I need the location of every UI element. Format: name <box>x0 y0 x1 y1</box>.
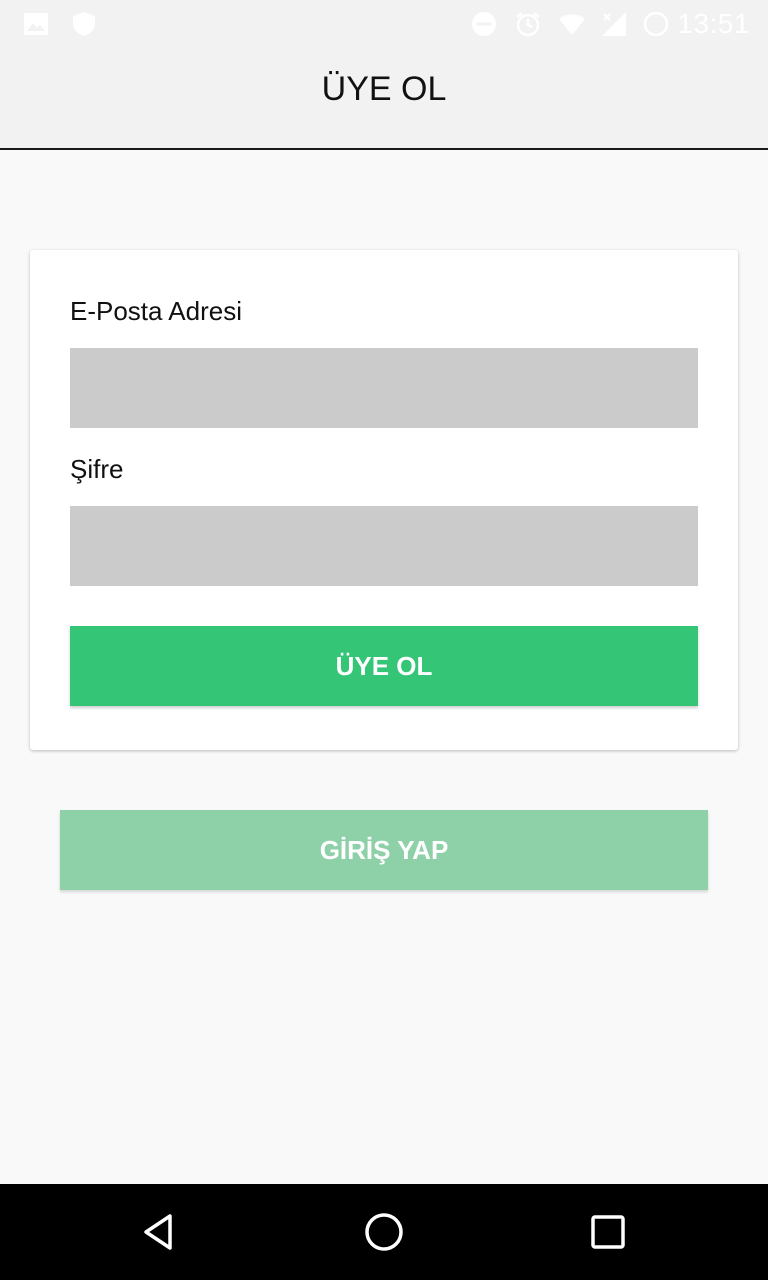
wifi-icon <box>559 14 585 35</box>
image-icon <box>24 13 48 35</box>
alarm-icon <box>516 12 540 37</box>
shield-icon <box>73 12 95 36</box>
status-time: 13:51 <box>677 8 750 39</box>
login-button[interactable]: GİRİŞ YAP <box>60 810 708 890</box>
home-icon[interactable] <box>360 1208 408 1256</box>
back-icon[interactable] <box>136 1208 184 1256</box>
email-field[interactable] <box>70 348 698 428</box>
status-bar: 13:51 <box>0 0 768 48</box>
signal-icon <box>602 12 626 36</box>
page-title: ÜYE OL <box>321 70 447 108</box>
signup-button[interactable]: ÜYE OL <box>70 626 698 706</box>
do-not-disturb-icon <box>472 12 496 36</box>
navigation-bar <box>0 1184 768 1280</box>
recents-icon[interactable] <box>584 1208 632 1256</box>
app-bar: ÜYE OL <box>0 48 768 150</box>
password-field[interactable] <box>70 506 698 586</box>
password-label: Şifre <box>70 454 124 484</box>
battery-icon <box>643 11 669 37</box>
email-label: E-Posta Adresi <box>70 296 242 326</box>
signup-card: E-Posta Adresi Şifre ÜYE OL <box>30 250 738 750</box>
